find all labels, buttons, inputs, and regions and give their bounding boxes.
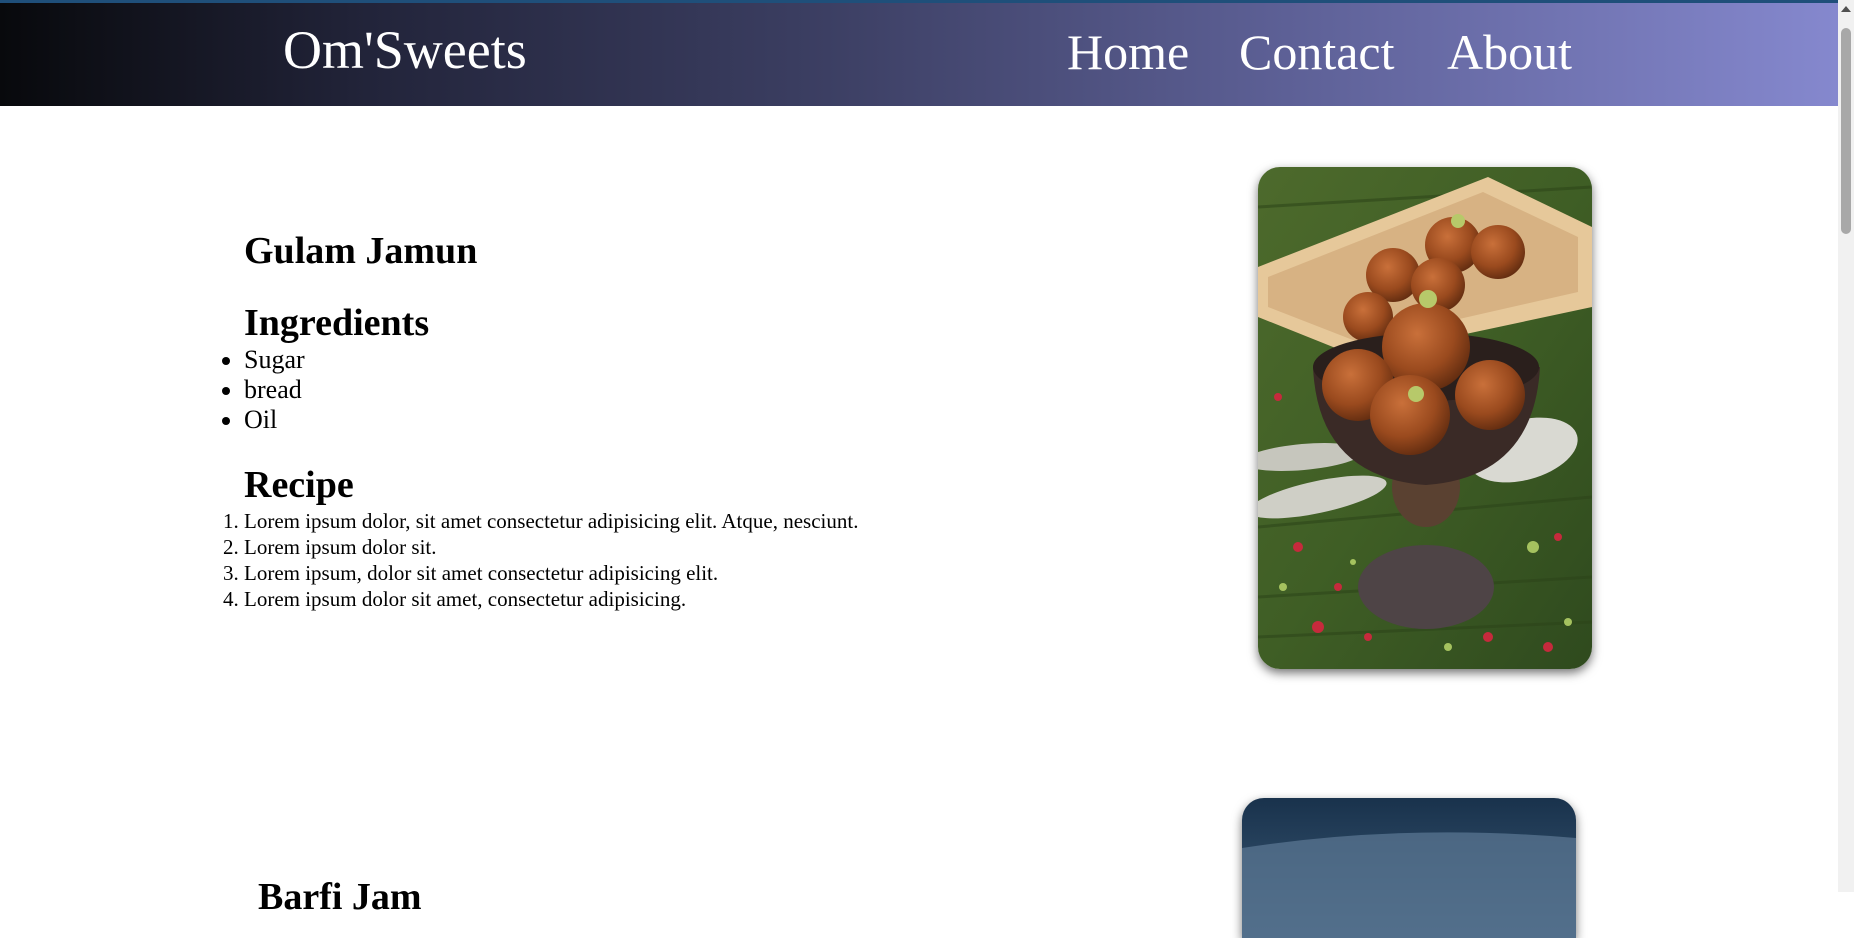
ingredients-heading: Ingredients bbox=[244, 302, 430, 344]
nav-about-link[interactable]: About bbox=[1447, 27, 1572, 77]
list-item: Lorem ipsum dolor, sit amet consectetur … bbox=[244, 508, 858, 534]
list-item: Oil bbox=[244, 405, 305, 435]
sweet-title: Barfi Jam bbox=[258, 876, 422, 918]
nav-contact-link[interactable]: Contact bbox=[1239, 27, 1395, 77]
brand-logo[interactable]: Om'Sweets bbox=[283, 23, 527, 77]
ingredients-list: Sugar bread Oil bbox=[244, 345, 305, 435]
barfi-photo bbox=[1242, 798, 1576, 938]
gulab-jamun-image bbox=[1258, 167, 1592, 669]
gulab-jamun-photo bbox=[1258, 167, 1592, 669]
list-item: bread bbox=[244, 375, 305, 405]
list-item: Lorem ipsum dolor sit amet, consectetur … bbox=[244, 586, 858, 612]
vertical-scrollbar[interactable] bbox=[1838, 0, 1854, 892]
sweet-title: Gulam Jamun bbox=[244, 230, 478, 272]
list-item: Sugar bbox=[244, 345, 305, 375]
scrollbar-thumb[interactable] bbox=[1841, 28, 1851, 234]
site-header: Om'Sweets Home Contact About bbox=[0, 3, 1838, 106]
list-item: Lorem ipsum, dolor sit amet consectetur … bbox=[244, 560, 858, 586]
scroll-up-arrow-icon[interactable] bbox=[1841, 6, 1851, 12]
nav-home-link[interactable]: Home bbox=[1067, 27, 1189, 77]
list-item: Lorem ipsum dolor sit. bbox=[244, 534, 858, 560]
recipe-steps-list: Lorem ipsum dolor, sit amet consectetur … bbox=[244, 508, 858, 612]
barfi-image bbox=[1242, 798, 1576, 938]
recipe-heading: Recipe bbox=[244, 464, 354, 506]
